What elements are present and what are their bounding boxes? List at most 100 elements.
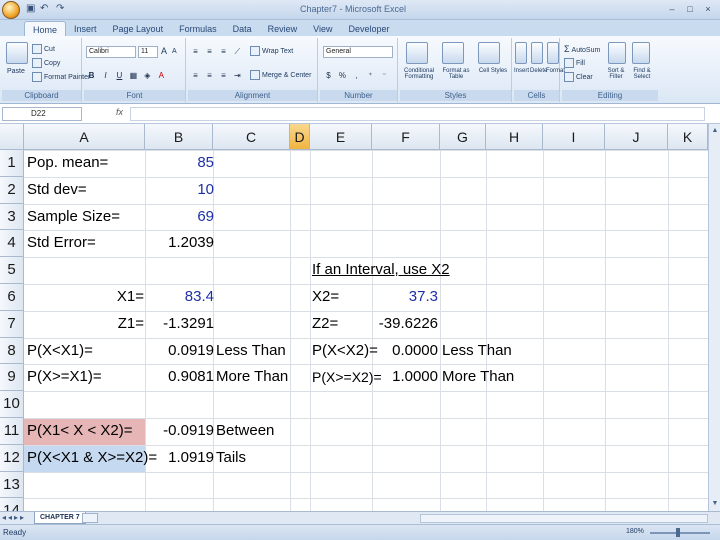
grow-font-button[interactable]: A: [161, 46, 167, 56]
tab-data[interactable]: Data: [225, 21, 260, 36]
cell-b8[interactable]: 0.0919: [150, 338, 214, 364]
cell-e8[interactable]: P(X<X2)=: [312, 338, 378, 364]
format-painter-button[interactable]: Format Painter: [32, 72, 90, 82]
cell-styles-icon[interactable]: [478, 42, 500, 64]
column-header-b[interactable]: B: [145, 124, 213, 150]
fill-button[interactable]: Fill: [564, 58, 585, 68]
column-header-j[interactable]: J: [605, 124, 668, 150]
sheet-nav-icon[interactable]: ◂◂▸▸: [2, 513, 26, 522]
font-name-select[interactable]: Calibri: [86, 46, 136, 58]
row-header-4[interactable]: 4: [0, 230, 24, 258]
cell-e5[interactable]: If an Interval, use X2: [312, 257, 472, 283]
cell-f7[interactable]: -39.6226: [372, 311, 438, 337]
tab-developer[interactable]: Developer: [340, 21, 397, 36]
cell-a6[interactable]: X1=: [27, 284, 144, 310]
row-header-12[interactable]: 12: [0, 444, 24, 472]
row-header-1[interactable]: 1: [0, 150, 24, 177]
row-header-3[interactable]: 3: [0, 203, 24, 231]
insert-cells-button[interactable]: Insert: [514, 68, 529, 74]
paste-button[interactable]: Paste: [7, 68, 25, 75]
paste-icon[interactable]: [6, 42, 28, 64]
undo-icon[interactable]: ↶: [40, 3, 48, 14]
format-table-icon[interactable]: [442, 42, 464, 64]
align-bottom-icon[interactable]: ≡: [218, 46, 229, 57]
worksheet-grid[interactable]: A B C D E F G H I J K 1 2 3 4 5 6 7 8 9 10 11 12 13 14 Pop. mean=…: [0, 124, 708, 511]
decrease-decimal-icon[interactable]: ⁻: [379, 70, 390, 81]
scroll-up-icon[interactable]: ▲: [710, 126, 720, 136]
row-header-13[interactable]: 13: [0, 471, 24, 499]
cell-b6[interactable]: 83.4: [150, 284, 214, 310]
row-header-14[interactable]: 14: [0, 498, 24, 511]
row-header-6[interactable]: 6: [0, 284, 24, 311]
cell-b11[interactable]: -0.0919: [150, 418, 214, 444]
align-center-icon[interactable]: ≡: [204, 70, 215, 81]
cell-a3[interactable]: Sample Size=: [27, 204, 142, 230]
comma-button[interactable]: ,: [351, 70, 362, 81]
tab-review[interactable]: Review: [260, 21, 306, 36]
scroll-down-icon[interactable]: ▼: [710, 499, 720, 509]
cell-e9[interactable]: P(X>=X2)=: [312, 364, 382, 390]
column-header-i[interactable]: I: [543, 124, 605, 150]
sheet-tab-chapter7[interactable]: CHAPTER 7: [34, 512, 86, 524]
maximize-button[interactable]: □: [682, 2, 698, 16]
row-header-8[interactable]: 8: [0, 337, 24, 365]
currency-button[interactable]: $: [323, 70, 334, 81]
column-header-a[interactable]: A: [24, 124, 145, 150]
row-header-11[interactable]: 11: [0, 418, 24, 445]
minimize-button[interactable]: –: [664, 2, 680, 16]
fx-icon[interactable]: fx: [116, 107, 123, 117]
cell-b7[interactable]: -1.3291: [150, 311, 214, 337]
font-color-icon[interactable]: A: [156, 70, 167, 81]
row-header-2[interactable]: 2: [0, 176, 24, 204]
percent-button[interactable]: %: [337, 70, 348, 81]
delete-cells-button[interactable]: Delete: [530, 68, 547, 74]
cell-b1[interactable]: 85: [150, 150, 214, 176]
office-button[interactable]: [2, 1, 20, 19]
merge-center-button[interactable]: Merge & Center: [250, 70, 311, 80]
align-top-icon[interactable]: ≡: [190, 46, 201, 57]
cell-a2[interactable]: Std dev=: [27, 177, 142, 203]
cell-a4[interactable]: Std Error=: [27, 230, 142, 256]
column-header-c[interactable]: C: [213, 124, 290, 150]
tab-view[interactable]: View: [305, 21, 340, 36]
row-header-5[interactable]: 5: [0, 257, 24, 284]
cell-c12[interactable]: Tails: [216, 445, 296, 471]
tab-insert[interactable]: Insert: [66, 21, 105, 36]
column-header-h[interactable]: H: [486, 124, 543, 150]
align-right-icon[interactable]: ≡: [218, 70, 229, 81]
cell-b3[interactable]: 69: [150, 204, 214, 230]
zoom-slider[interactable]: [650, 532, 710, 534]
cell-b2[interactable]: 10: [150, 177, 214, 203]
row-header-9[interactable]: 9: [0, 364, 24, 392]
tab-page-layout[interactable]: Page Layout: [105, 21, 172, 36]
name-box[interactable]: D22: [2, 107, 82, 121]
cell-e6[interactable]: X2=: [312, 284, 372, 310]
cell-f8[interactable]: 0.0000: [372, 338, 438, 364]
column-header-g[interactable]: G: [440, 124, 486, 150]
column-header-k[interactable]: K: [668, 124, 708, 150]
column-header-f[interactable]: F: [372, 124, 440, 150]
cell-e7[interactable]: Z2=: [312, 311, 372, 337]
find-select-button[interactable]: Find & Select: [628, 68, 656, 80]
tab-formulas[interactable]: Formulas: [171, 21, 225, 36]
cut-button[interactable]: Cut: [32, 44, 55, 54]
vertical-scrollbar[interactable]: ▲ ▼: [708, 124, 720, 511]
zoom-level[interactable]: 180%: [626, 528, 644, 535]
close-button[interactable]: ×: [700, 2, 716, 16]
zoom-slider-thumb[interactable]: [676, 528, 680, 537]
align-left-icon[interactable]: ≡: [190, 70, 201, 81]
copy-button[interactable]: Copy: [32, 58, 60, 68]
row-header-10[interactable]: 10: [0, 391, 24, 418]
cell-a12[interactable]: P(X<X1 & X>=X2)=: [27, 445, 157, 471]
italic-button[interactable]: I: [100, 70, 111, 81]
sort-filter-button[interactable]: Sort & Filter: [602, 68, 630, 80]
shrink-font-button[interactable]: A: [172, 48, 177, 55]
select-all-corner[interactable]: [0, 124, 24, 150]
save-icon[interactable]: ▣: [26, 3, 35, 14]
cell-g8[interactable]: Less Than: [442, 338, 522, 364]
clear-button[interactable]: Clear: [564, 72, 593, 82]
conditional-formatting-button[interactable]: Conditional Formatting: [400, 68, 438, 80]
cell-c11[interactable]: Between: [216, 418, 296, 444]
bold-button[interactable]: B: [86, 70, 97, 81]
cell-b9[interactable]: 0.9081: [150, 364, 214, 390]
